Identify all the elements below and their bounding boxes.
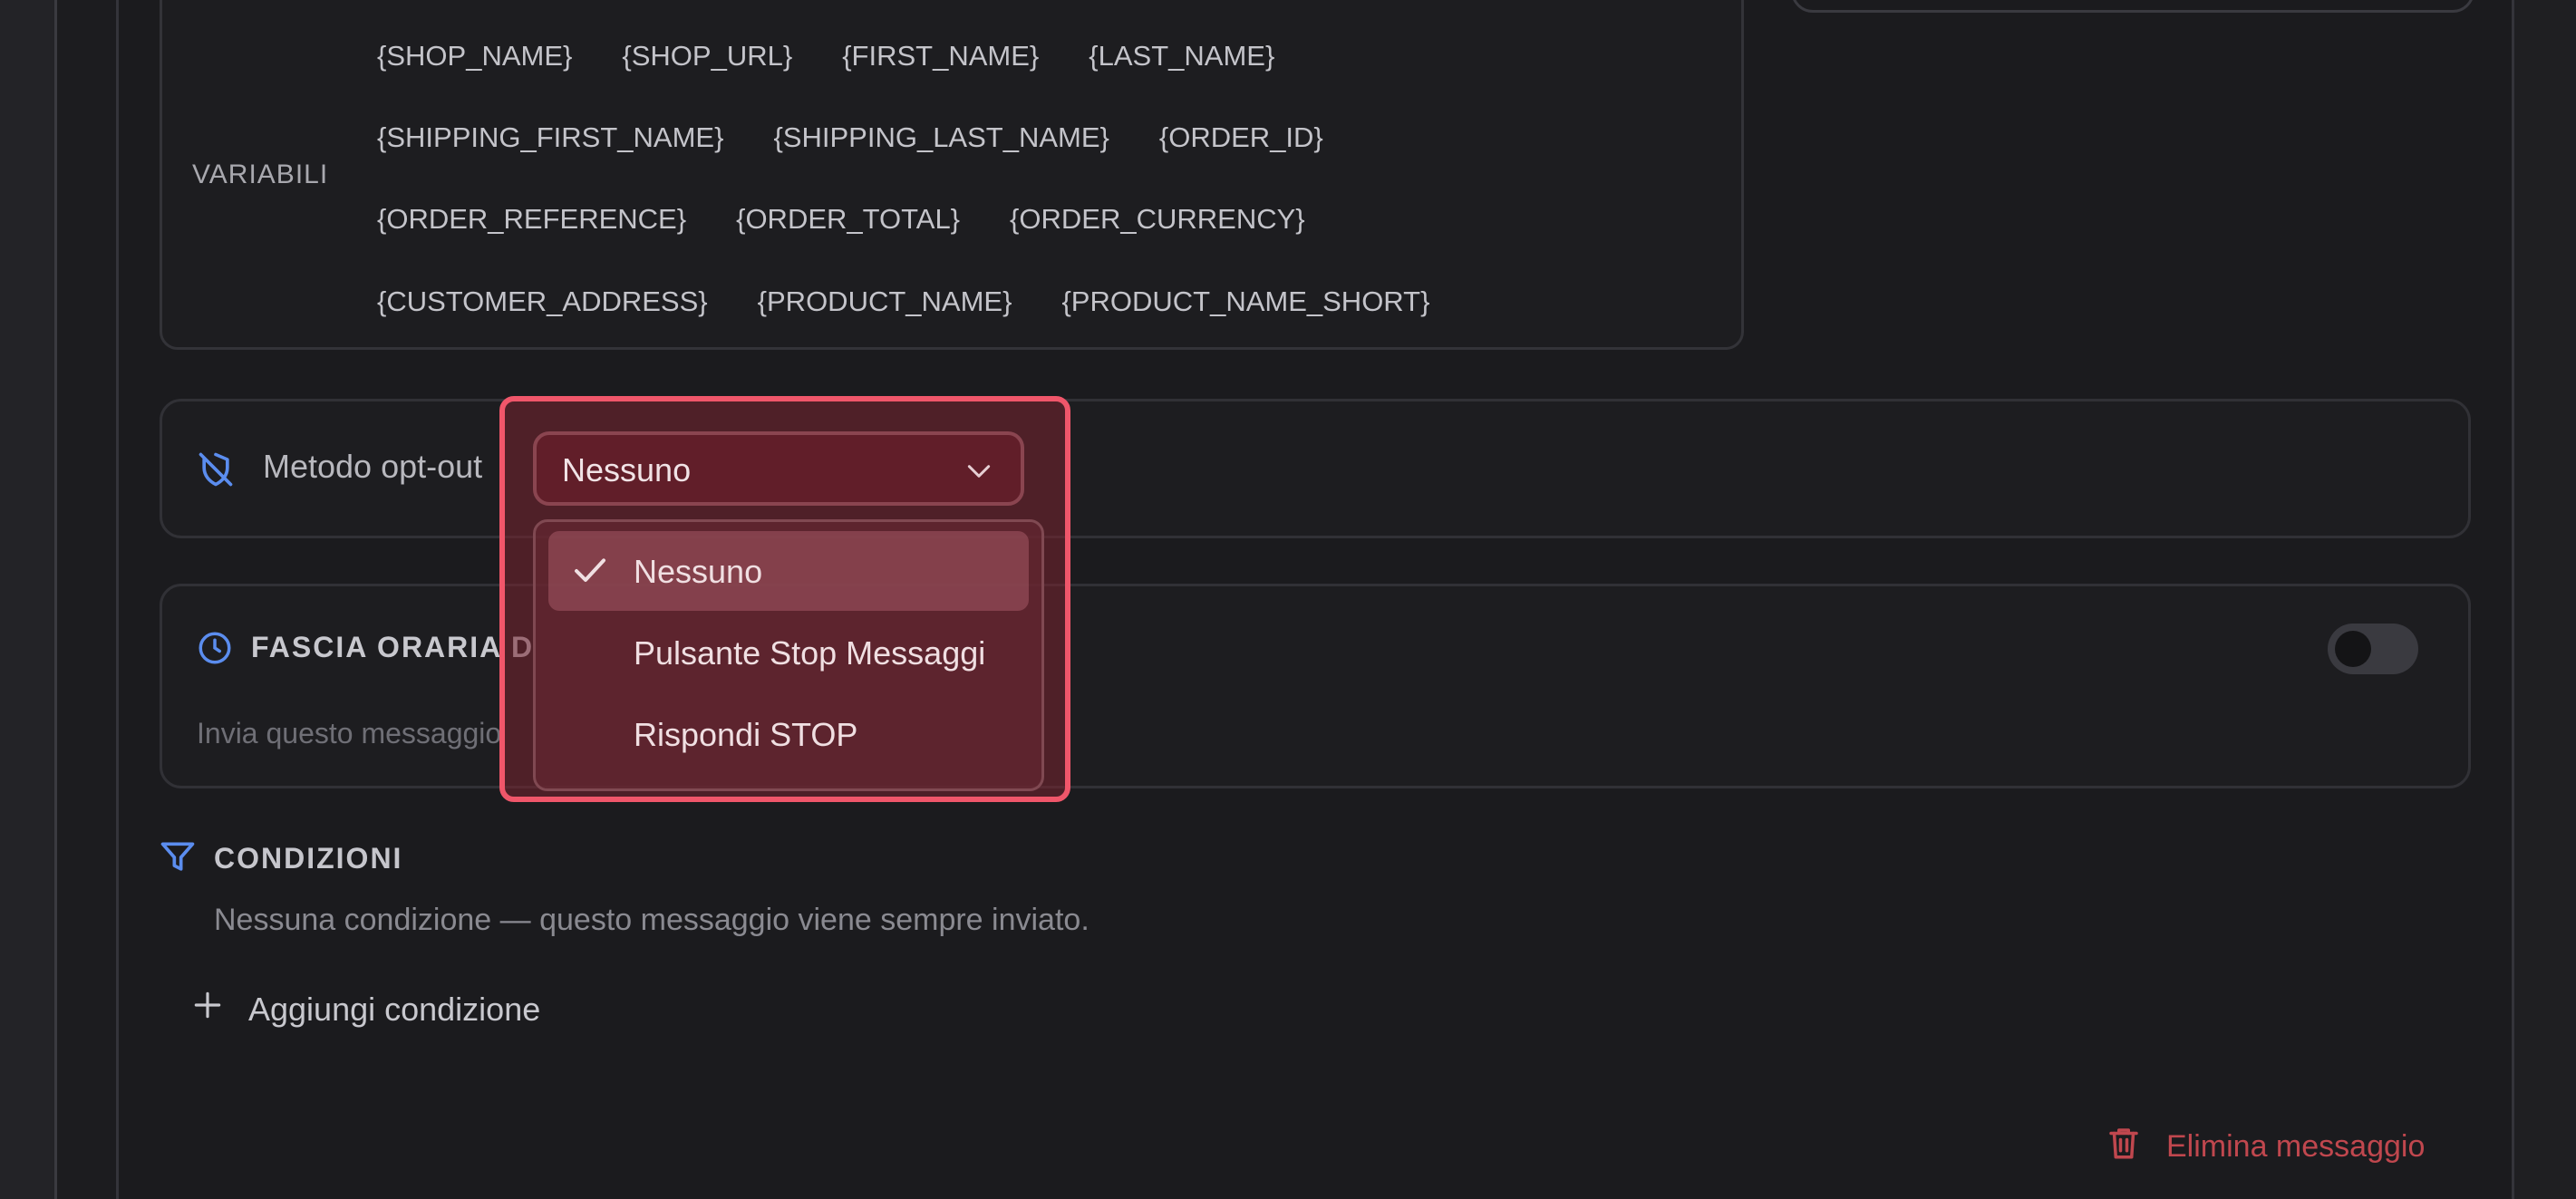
add-condition-button[interactable]: Aggiungi condizione [190, 988, 540, 1030]
variable-chip[interactable]: {SHIPPING_LAST_NAME} [773, 121, 1109, 154]
variable-chip[interactable]: {LAST_NAME} [1089, 40, 1274, 73]
option-nessuno[interactable]: Nessuno [548, 531, 1029, 611]
variable-chip[interactable]: {CUSTOMER_ADDRESS} [377, 285, 708, 318]
filter-icon [158, 837, 198, 882]
plus-icon [190, 988, 225, 1030]
trash-icon [2105, 1122, 2143, 1172]
check-icon [572, 555, 608, 595]
time-window-description: Invia questo messaggio [197, 717, 502, 749]
optout-select-value: Nessuno [562, 451, 692, 488]
time-window-title: FASCIA ORARIA D [251, 631, 535, 663]
variable-chip[interactable]: {PRODUCT_NAME} [758, 285, 1012, 318]
variables-row-2: {SHIPPING_FIRST_NAME} {SHIPPING_LAST_NAM… [377, 121, 1323, 154]
message-editor-page: VARIABILI {SHOP_NAME} {SHOP_URL} {FIRST_… [0, 0, 2576, 1199]
variable-chip[interactable]: {ORDER_TOTAL} [736, 203, 960, 236]
toggle-knob [2335, 631, 2371, 667]
delete-message-label: Elimina messaggio [2166, 1129, 2426, 1164]
clock-icon [196, 629, 234, 672]
option-rispondi-stop[interactable]: Rispondi STOP [548, 694, 1029, 774]
variable-chip[interactable]: {ORDER_REFERENCE} [377, 203, 686, 236]
variable-chip[interactable]: {ORDER_ID} [1159, 121, 1323, 154]
variable-chip[interactable]: {PRODUCT_NAME_SHORT} [1061, 285, 1429, 318]
variable-chip[interactable]: {SHOP_NAME} [377, 40, 572, 73]
variable-chip[interactable]: {SHIPPING_FIRST_NAME} [377, 121, 723, 154]
time-window-toggle[interactable] [2328, 624, 2418, 674]
shield-off-icon [196, 450, 236, 494]
outer-sidebar-rail [0, 0, 57, 1199]
option-label: Pulsante Stop Messaggi [634, 634, 986, 672]
chevron-down-icon [964, 460, 993, 487]
optout-select[interactable]: Nessuno [533, 431, 1024, 506]
option-label: Rispondi STOP [634, 716, 858, 753]
input-field-edge[interactable] [1791, 0, 2474, 13]
variables-row-1: {SHOP_NAME} {SHOP_URL} {FIRST_NAME} {LAS… [377, 40, 1274, 73]
conditions-empty-text: Nessuna condizione — questo messaggio vi… [214, 903, 1089, 937]
variable-chip[interactable]: {ORDER_CURRENCY} [1010, 203, 1305, 236]
variable-chip[interactable]: {SHOP_URL} [622, 40, 792, 73]
variables-row-4: {CUSTOMER_ADDRESS} {PRODUCT_NAME} {PRODU… [377, 285, 1429, 318]
variable-chip[interactable]: {FIRST_NAME} [842, 40, 1039, 73]
optout-label: Metodo opt-out [263, 448, 483, 485]
variables-row-3: {ORDER_REFERENCE} {ORDER_TOTAL} {ORDER_C… [377, 203, 1305, 236]
variables-label: VARIABILI [192, 160, 329, 189]
option-label: Nessuno [634, 553, 763, 590]
conditions-title: CONDIZIONI [214, 842, 403, 875]
right-rail [2514, 0, 2576, 1199]
add-condition-label: Aggiungi condizione [248, 990, 541, 1028]
option-pulsante-stop[interactable]: Pulsante Stop Messaggi [548, 613, 1029, 692]
delete-message-button[interactable]: Elimina messaggio [2105, 1122, 2425, 1172]
optout-options-menu: Nessuno Pulsante Stop Messaggi Rispondi … [533, 519, 1044, 791]
